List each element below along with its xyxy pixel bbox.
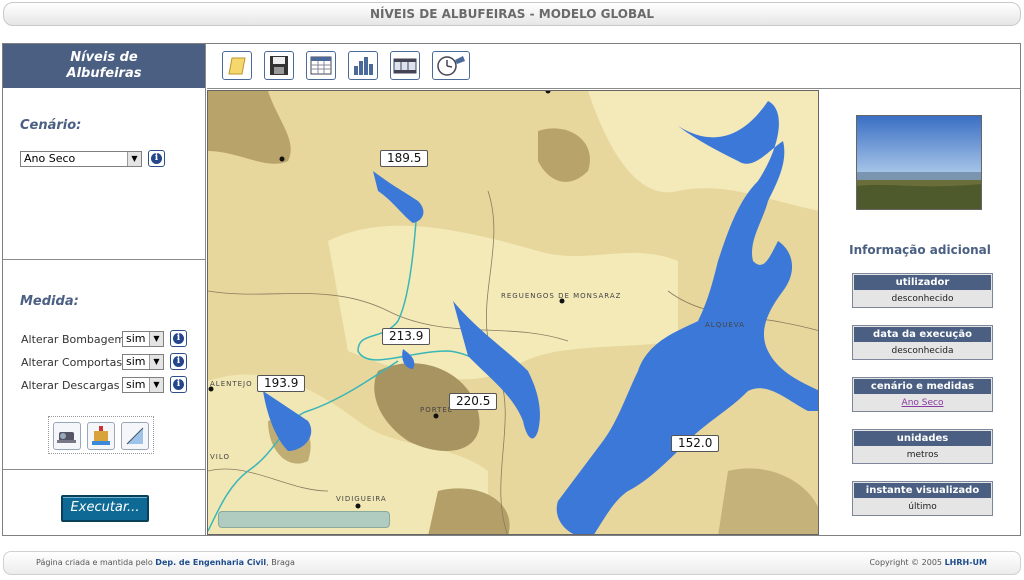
- info-box-units: unidades metros: [852, 429, 993, 464]
- bombagem-select[interactable]: sim ▼: [122, 331, 164, 347]
- info-box-value: desconhecida: [891, 346, 954, 356]
- comportas-info-button[interactable]: i: [170, 353, 187, 370]
- reservoir-photo: [856, 115, 982, 210]
- discharge-icon: [126, 427, 144, 445]
- scenario-info-button[interactable]: i: [148, 150, 165, 167]
- descargas-value: sim: [126, 378, 146, 391]
- copyright-text: Copyright © 2005: [869, 558, 943, 567]
- open-button[interactable]: [222, 51, 252, 80]
- chart-button[interactable]: [348, 51, 378, 80]
- measure-row-label: Alterar Bombagem: [21, 333, 126, 346]
- footer-left: Página criada e mantida pelo Dep. de Eng…: [36, 552, 295, 574]
- dept-link[interactable]: Dep. de Engenharia Civil: [155, 558, 266, 567]
- chevron-down-icon: ▼: [149, 355, 163, 369]
- table-icon: [310, 56, 332, 75]
- descargas-select[interactable]: sim ▼: [122, 377, 164, 393]
- level-label: 189.5: [380, 150, 429, 167]
- page-title: NÍVEIS DE ALBUFEIRAS - MODELO GLOBAL: [3, 2, 1021, 26]
- info-box-run-date: data da execução desconhecida: [852, 325, 993, 360]
- info-box-value: desconhecido: [891, 294, 954, 304]
- bar-chart-icon: [354, 57, 373, 75]
- discharge-tool-button[interactable]: [121, 422, 149, 450]
- info-box-header: data da execução: [854, 327, 991, 342]
- level-label: 152.0: [671, 435, 720, 452]
- level-label: 213.9: [382, 328, 431, 345]
- scenario-select-value: Ano Seco: [24, 152, 76, 165]
- clock-icon: [437, 56, 465, 76]
- gate-tool-button[interactable]: [87, 422, 115, 450]
- measure-tools: [48, 416, 154, 454]
- bombagem-value: sim: [126, 332, 146, 345]
- info-box-header: utilizador: [854, 275, 991, 290]
- divider: [3, 259, 205, 260]
- info-icon: i: [173, 333, 184, 344]
- info-icon: i: [173, 379, 184, 390]
- footer-left-prefix: Página criada e mantida pelo: [36, 558, 153, 567]
- place-label: PORTEL: [420, 406, 453, 414]
- scenario-select[interactable]: Ano Seco ▼: [20, 151, 142, 167]
- place-label: ALQUEVA: [705, 321, 745, 329]
- descargas-info-button[interactable]: i: [170, 376, 187, 393]
- info-box-user: utilizador desconhecido: [852, 273, 993, 308]
- film-icon: [393, 58, 417, 74]
- info-title: Informação adicional: [849, 243, 991, 257]
- place-label: VILO: [210, 453, 231, 461]
- left-panel-header: Níveis de Albufeiras: [3, 44, 205, 88]
- measure-title: Medida:: [20, 294, 79, 309]
- time-slider[interactable]: [218, 511, 390, 528]
- place-label: VIDIGUEIRA: [336, 495, 387, 503]
- scenario-title: Cenário:: [20, 118, 82, 133]
- save-icon: [270, 56, 288, 75]
- run-button[interactable]: Executar...: [61, 495, 149, 522]
- map-canvas: [208, 91, 818, 534]
- comportas-select[interactable]: sim ▼: [122, 354, 164, 370]
- info-icon: i: [151, 153, 162, 164]
- level-label: 220.5: [449, 393, 498, 410]
- footer: Página criada e mantida pelo Dep. de Eng…: [3, 551, 1021, 575]
- info-box-header: cenário e medidas: [854, 379, 991, 394]
- pump-tool-button[interactable]: [53, 422, 81, 450]
- pump-icon: [57, 432, 76, 443]
- scenario-link[interactable]: Ano Seco: [853, 395, 992, 411]
- info-box-instant: instante visualizado último: [852, 481, 993, 516]
- landscape-photo-icon: [857, 116, 981, 209]
- footer-left-suffix: , Braga: [266, 558, 295, 567]
- chevron-down-icon: ▼: [149, 378, 163, 392]
- main-frame: Níveis de Albufeiras Cenário: Ano Seco ▼…: [2, 43, 1021, 536]
- measure-row-label: Alterar Descargas: [21, 379, 120, 392]
- chevron-down-icon: ▼: [149, 332, 163, 346]
- place-label: REGUENGOS DE MONSARAZ: [501, 292, 622, 300]
- gate-icon: [92, 426, 110, 445]
- measure-row-label: Alterar Comportas: [21, 356, 123, 369]
- info-box-scenario: cenário e medidas Ano Seco: [852, 377, 993, 412]
- info-box-value: metros: [906, 450, 939, 460]
- footer-right: Copyright © 2005 LHRH-UM: [869, 552, 987, 574]
- info-box-value: último: [908, 502, 937, 512]
- left-panel: Níveis de Albufeiras Cenário: Ano Seco ▼…: [3, 44, 206, 535]
- divider: [3, 469, 205, 470]
- save-button[interactable]: [264, 51, 294, 80]
- info-icon: i: [173, 356, 184, 367]
- animation-button[interactable]: [390, 51, 420, 80]
- reservoir-map[interactable]: REGUENGOS DE MONSARAZ ALENTEJO VILO VIDI…: [207, 90, 819, 535]
- bombagem-info-button[interactable]: i: [170, 330, 187, 347]
- level-label: 193.9: [257, 375, 306, 392]
- chevron-down-icon: ▼: [127, 152, 141, 166]
- time-button[interactable]: [432, 51, 470, 80]
- header-line-2: Albufeiras: [66, 66, 142, 81]
- info-box-header: unidades: [854, 431, 991, 446]
- header-line-1: Níveis de: [70, 50, 138, 65]
- lhrh-link[interactable]: LHRH-UM: [945, 558, 987, 567]
- table-button[interactable]: [306, 51, 336, 80]
- toolbar: [207, 44, 1020, 89]
- place-label: ALENTEJO: [210, 380, 253, 388]
- open-icon: [228, 57, 246, 75]
- info-box-header: instante visualizado: [854, 483, 991, 498]
- comportas-value: sim: [126, 355, 146, 368]
- right-panel: Informação adicional utilizador desconhe…: [820, 90, 1020, 535]
